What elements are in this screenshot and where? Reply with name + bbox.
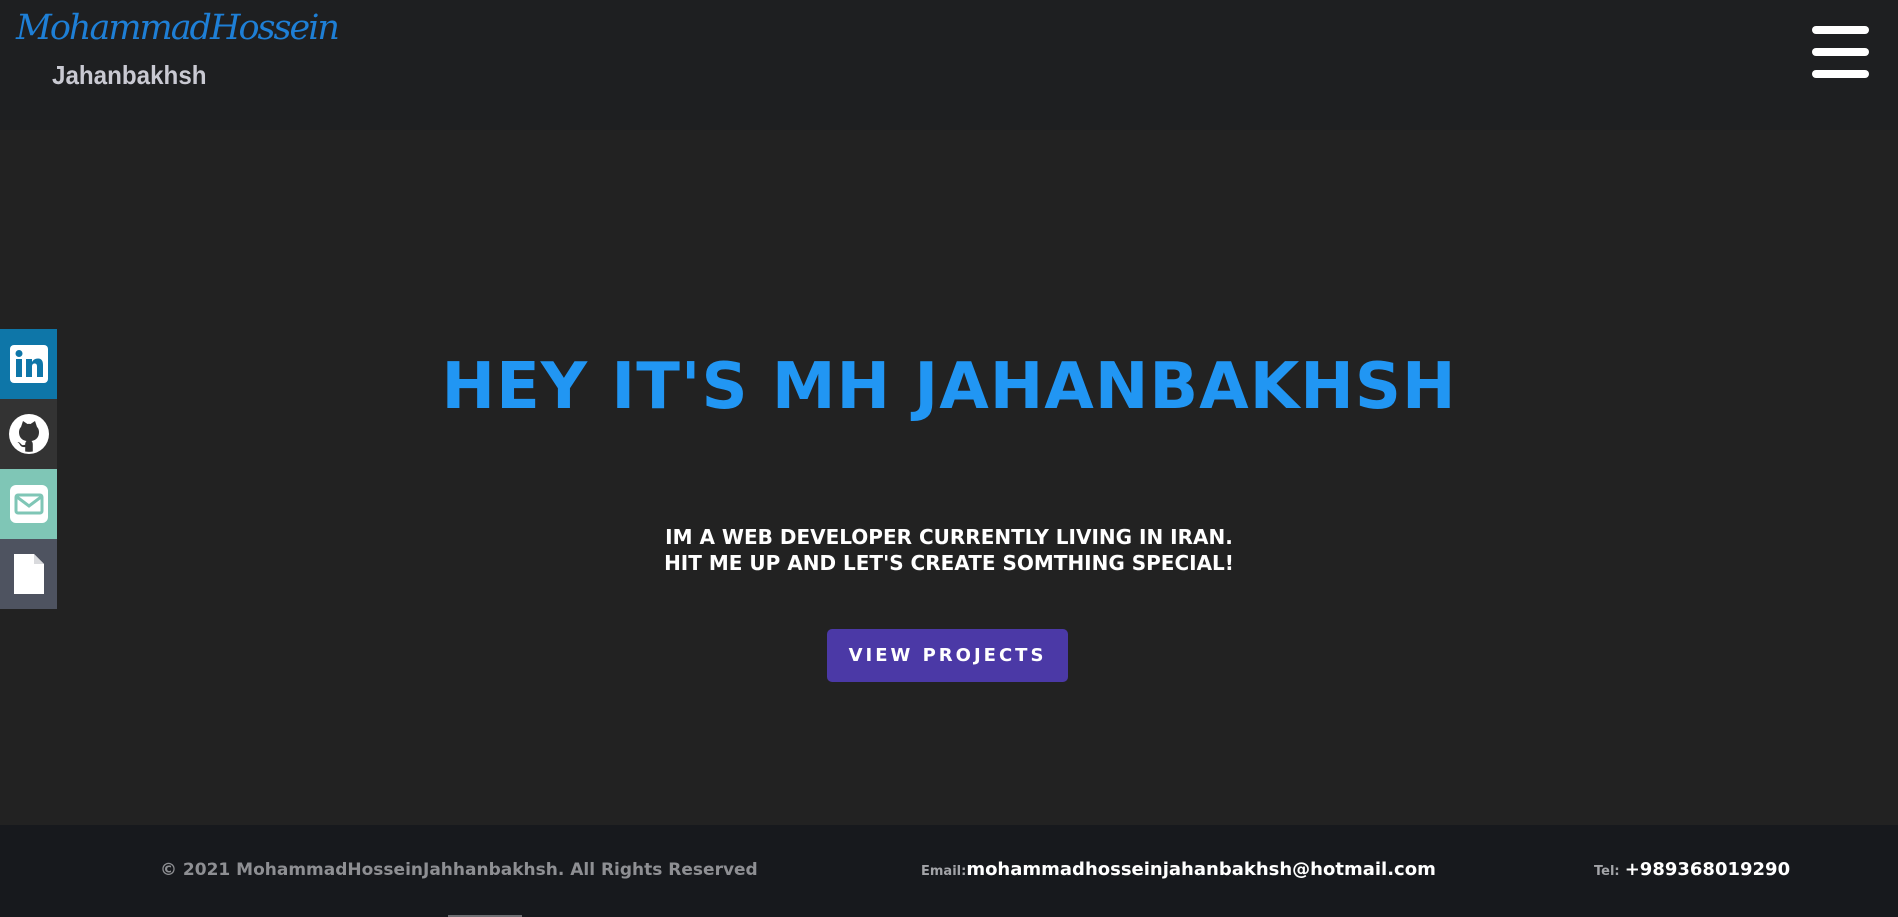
hero-subtitle-line-1: IM A WEB DEVELOPER CURRENTLY LIVING IN I…	[665, 525, 1233, 549]
logo-script-text: MohammadHossein	[16, 8, 340, 48]
copyright-text: © 2021 MohammadHosseinJahhanbakhsh. All …	[160, 860, 758, 880]
envelope-icon	[9, 485, 48, 523]
page: MohammadHossein Jahanbakhsh HEY IT'S MH …	[0, 0, 1898, 917]
site-footer: © 2021 MohammadHosseinJahhanbakhsh. All …	[0, 825, 1898, 917]
hero-subtitle-line-2: HIT ME UP AND LET'S CREATE SOMTHING SPEC…	[664, 551, 1234, 575]
footer-email: Email:mohammadhosseinjahanbakhsh@hotmail…	[921, 859, 1436, 880]
hamburger-icon[interactable]	[1812, 26, 1869, 78]
view-projects-button[interactable]: VIEW PROJECTS	[827, 629, 1068, 682]
hamburger-bar	[1812, 26, 1869, 34]
logo-block-text: Jahanbakhsh	[52, 60, 207, 90]
site-logo[interactable]: MohammadHossein Jahanbakhsh	[16, 8, 340, 96]
hamburger-bar	[1812, 48, 1869, 56]
tel-link[interactable]: +989368019290	[1625, 859, 1790, 880]
site-header: MohammadHossein Jahanbakhsh	[0, 0, 1898, 130]
email-label: Email:	[921, 864, 967, 879]
tel-label: Tel:	[1594, 864, 1620, 879]
hamburger-bar	[1812, 70, 1869, 78]
email-link[interactable]: mohammadhosseinjahanbakhsh@hotmail.com	[966, 859, 1436, 880]
footer-phone: Tel: +989368019290	[1594, 859, 1790, 880]
hero-subtitle: IM A WEB DEVELOPER CURRENTLY LIVING IN I…	[0, 524, 1898, 576]
hero-title: HEY IT'S MH JAHANBAKHSH	[441, 350, 1457, 424]
